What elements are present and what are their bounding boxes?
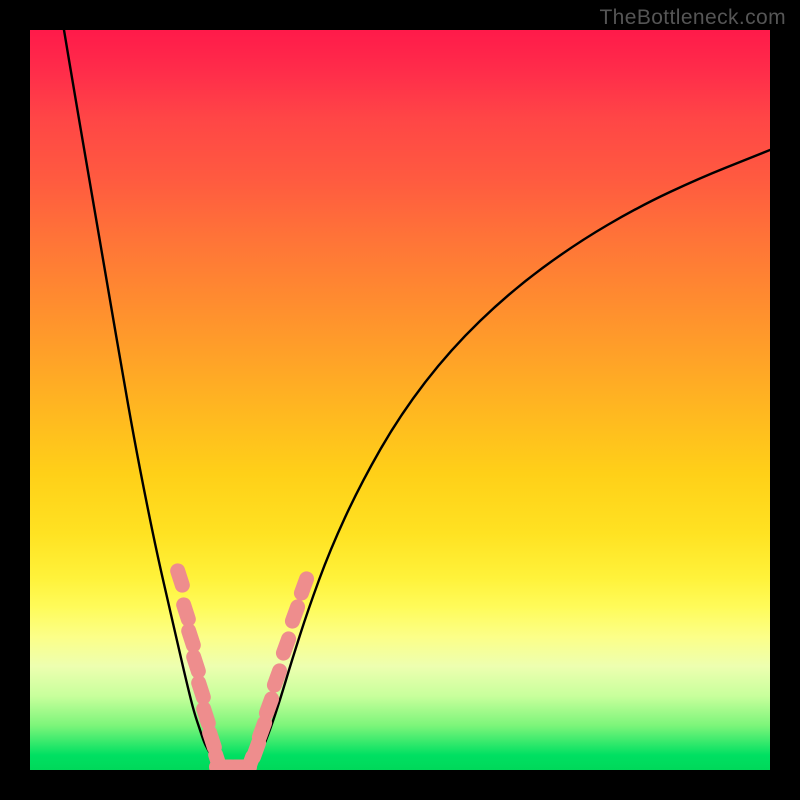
plot-area (30, 30, 770, 770)
salmon-capsule (274, 629, 298, 662)
salmon-dots-bottom (209, 760, 257, 771)
salmon-capsule (179, 621, 203, 654)
salmon-capsule (227, 760, 257, 771)
outer-frame: TheBottleneck.com (0, 0, 800, 800)
watermark-text: TheBottleneck.com (599, 6, 786, 30)
salmon-capsule (189, 673, 213, 706)
chart-svg (30, 30, 770, 770)
salmon-capsule (168, 561, 192, 594)
salmon-capsule (184, 647, 208, 680)
curve-right-branch (256, 150, 770, 760)
salmon-dots-left (168, 561, 230, 770)
salmon-capsule (174, 595, 198, 628)
salmon-dots-right (238, 569, 316, 770)
curve-group (64, 30, 770, 769)
